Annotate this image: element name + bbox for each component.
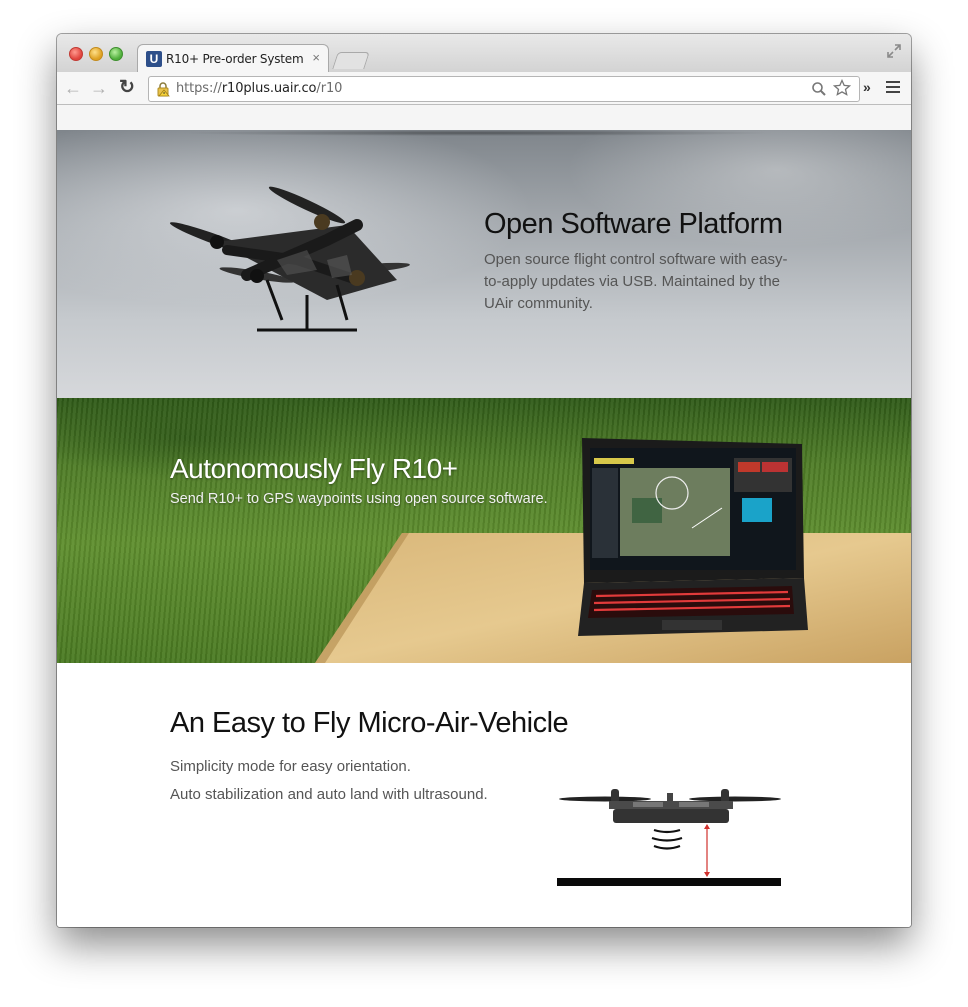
page-top-bar	[57, 105, 911, 131]
url-protocol: https://	[176, 81, 222, 96]
open-software-description: Open source flight control software with…	[484, 251, 788, 312]
banner-top-shadow	[177, 130, 777, 136]
site-favicon: U	[146, 51, 162, 67]
autonomous-heading: Autonomously Fly R10+	[170, 453, 458, 484]
browser-window: U R10+ Pre-order System × ← → ↻ https://…	[57, 34, 911, 927]
open-software-banner: Open Software Platform Open source fligh…	[57, 130, 911, 398]
forward-button[interactable]: →	[89, 78, 109, 98]
ultrasound-landing-diagram	[557, 789, 781, 886]
browser-tab[interactable]: U R10+ Pre-order System ×	[137, 44, 329, 73]
easy-fly-heading: An Easy to Fly Micro-Air-Vehicle	[170, 707, 569, 739]
easy-fly-feature-2: Auto stabilization and auto land with ul…	[170, 786, 488, 803]
open-software-heading: Open Software Platform	[484, 208, 783, 240]
menu-icon[interactable]	[886, 81, 900, 93]
window-close-button[interactable]	[69, 47, 83, 61]
back-button[interactable]: ←	[63, 78, 83, 98]
new-tab-button[interactable]	[332, 52, 370, 69]
extensions-overflow-button[interactable]: »	[863, 79, 871, 95]
url-path: /r10	[316, 81, 343, 96]
laptop-with-ground-station-image	[578, 438, 808, 636]
address-bar[interactable]: https://r10plus.uair.co/r10	[148, 76, 860, 102]
autonomous-banner	[57, 398, 911, 663]
tab-close-button[interactable]: ×	[312, 51, 320, 65]
quadcopter-drone-image	[169, 186, 410, 332]
url-host: r10plus.uair.co	[221, 81, 317, 96]
autonomous-description: Send R10+ to GPS waypoints using open so…	[170, 491, 548, 507]
browser-toolbar: ← → ↻ https://r10plus.uair.co/r10 »	[57, 72, 911, 105]
easy-fly-feature-1: Simplicity mode for easy orientation.	[170, 758, 411, 775]
lock-warning-icon[interactable]	[155, 81, 171, 97]
window-minimize-button[interactable]	[89, 47, 103, 61]
title-bar: U R10+ Pre-order System ×	[57, 34, 911, 73]
url-text: https://r10plus.uair.co/r10	[176, 81, 342, 96]
tab-title: R10+ Pre-order System	[166, 52, 304, 66]
easy-fly-section: An Easy to Fly Micro-Air-Vehicle Simplic…	[57, 663, 911, 927]
search-icon[interactable]	[811, 81, 827, 97]
reload-button[interactable]: ↻	[117, 78, 137, 98]
star-icon[interactable]	[833, 79, 851, 97]
page-viewport: Open Software Platform Open source fligh…	[57, 105, 911, 927]
window-zoom-button[interactable]	[109, 47, 123, 61]
fullscreen-icon[interactable]	[887, 44, 901, 58]
